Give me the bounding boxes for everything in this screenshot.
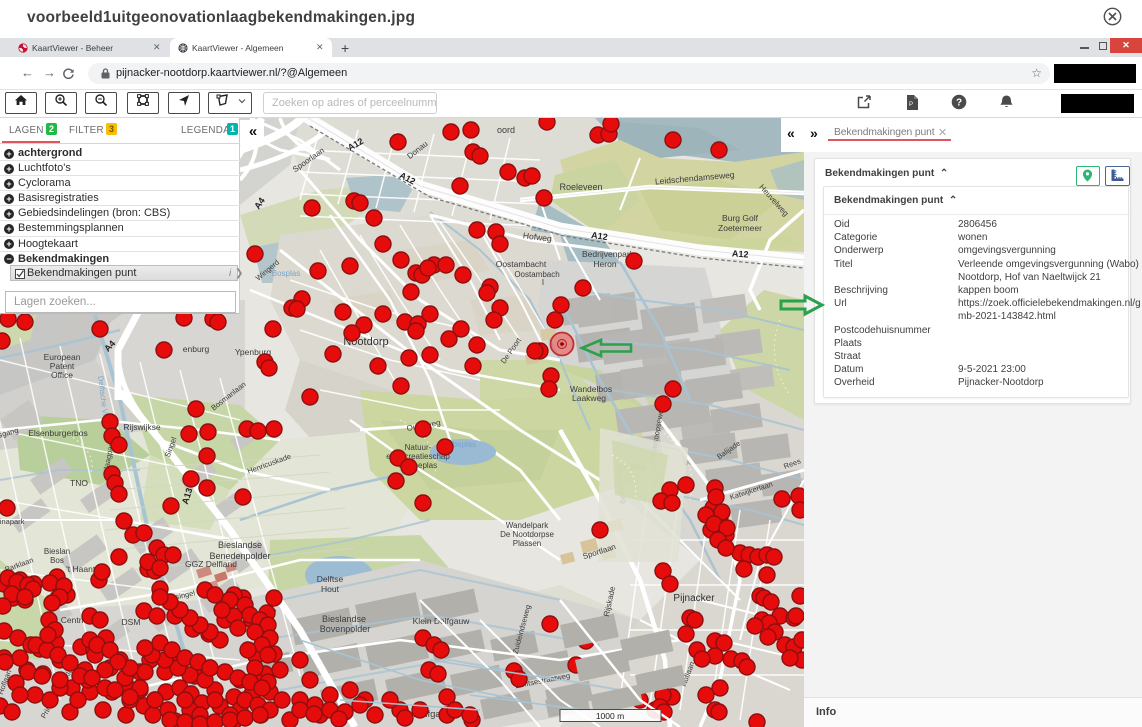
svg-text:Burg Golf: Burg Golf bbox=[722, 213, 759, 223]
svg-text:1000 m: 1000 m bbox=[596, 711, 624, 721]
svg-text:Bovenpolder: Bovenpolder bbox=[320, 624, 371, 634]
svg-text:Heron: Heron bbox=[593, 259, 616, 269]
svg-text:TNO: TNO bbox=[70, 478, 88, 488]
svg-text:Oostambach: Oostambach bbox=[514, 270, 559, 279]
svg-text:oord: oord bbox=[497, 125, 515, 135]
svg-text:minapark: minapark bbox=[0, 517, 25, 526]
svg-text:De Nootdorpse: De Nootdorpse bbox=[500, 530, 554, 539]
svg-text:Delftse: Delftse bbox=[317, 574, 344, 584]
svg-text:Hout: Hout bbox=[321, 584, 340, 594]
svg-text:Bieslandse: Bieslandse bbox=[218, 540, 262, 550]
svg-text:?: ? bbox=[956, 98, 962, 109]
svg-text:Zoetermeer: Zoetermeer bbox=[718, 223, 762, 233]
svg-text:I: I bbox=[542, 278, 544, 287]
svg-text:GGZ Delfland: GGZ Delfland bbox=[185, 559, 237, 569]
svg-text:Pijnacker: Pijnacker bbox=[673, 593, 715, 604]
svg-text:Wandelpark: Wandelpark bbox=[506, 521, 549, 530]
svg-text:Elsenburgerbos: Elsenburgerbos bbox=[28, 428, 88, 438]
svg-text:Bieslan: Bieslan bbox=[44, 547, 70, 556]
svg-text:Office: Office bbox=[51, 370, 73, 380]
svg-text:Bos: Bos bbox=[50, 556, 64, 565]
svg-text:Oostambacht: Oostambacht bbox=[496, 259, 547, 269]
svg-text:enburg: enburg bbox=[183, 344, 210, 354]
svg-text:Bosplas: Bosplas bbox=[272, 269, 300, 278]
svg-text:P: P bbox=[909, 102, 913, 108]
svg-text:DSM: DSM bbox=[122, 617, 141, 627]
svg-text:A12: A12 bbox=[732, 248, 749, 259]
svg-text:Natuur-: Natuur- bbox=[405, 443, 432, 452]
svg-text:Rijswijkse: Rijswijkse bbox=[123, 422, 161, 432]
svg-text:Roeleveen: Roeleveen bbox=[559, 182, 602, 192]
svg-text:Bieslandse: Bieslandse bbox=[322, 614, 366, 624]
svg-text:Laakweg: Laakweg bbox=[572, 393, 606, 403]
svg-text:Plassen: Plassen bbox=[513, 539, 541, 548]
